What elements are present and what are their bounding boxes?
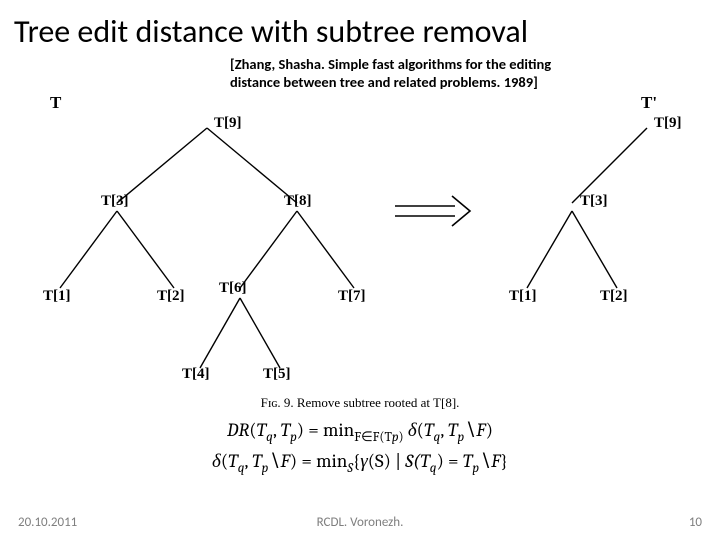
- tree-edges: [0, 93, 720, 393]
- node-Tp1: T[1]: [509, 288, 537, 305]
- arrow-icon: [395, 196, 470, 226]
- formula-1: DR(Tq, Tp) = minF∈F(Tp) δ(Tq, Tp∖F): [0, 417, 720, 447]
- footer-venue: RCDL. Voronezh.: [317, 515, 404, 530]
- citation-line1: [Zhang, Shasha. Simple fast algorithms f…: [230, 55, 551, 73]
- formula-2: δ(Tq, Tp∖F) = minS{γ(S) | S(Tq) = Tp∖F}: [0, 448, 720, 478]
- node-Tp9: T[9]: [654, 115, 682, 132]
- tree-T-label: T: [50, 93, 61, 113]
- node-Tp3: T[3]: [580, 193, 608, 210]
- citation: [Zhang, Shasha. Simple fast algorithms f…: [230, 55, 720, 91]
- footer-date: 20.10.2011: [18, 515, 77, 530]
- node-T9: T[9]: [214, 115, 242, 132]
- node-Tp2: T[2]: [600, 288, 628, 305]
- node-T1: T[1]: [43, 288, 71, 305]
- formulae: DR(Tq, Tp) = minF∈F(Tp) δ(Tq, Tp∖F) δ(Tq…: [0, 417, 720, 478]
- node-T3: T[3]: [101, 193, 129, 210]
- node-T6: T[6]: [219, 280, 247, 297]
- tree-diagram: T T' T[9] T[3] T[8] T[1] T[2] T[6] T[7] …: [0, 93, 720, 393]
- node-T4: T[4]: [182, 366, 210, 383]
- node-T2: T[2]: [157, 288, 185, 305]
- node-T8: T[8]: [284, 193, 312, 210]
- tree-Tp-label: T': [641, 93, 657, 113]
- node-T7: T[7]: [338, 288, 366, 305]
- slide-title: Tree edit distance with subtree removal: [0, 0, 720, 55]
- node-T5: T[5]: [263, 366, 291, 383]
- footer-page: 10: [689, 515, 702, 530]
- citation-line2: distance between tree and related proble…: [230, 73, 538, 91]
- figure-caption: Fɪɢ. 9. Remove subtree rooted at T[8].: [0, 395, 720, 411]
